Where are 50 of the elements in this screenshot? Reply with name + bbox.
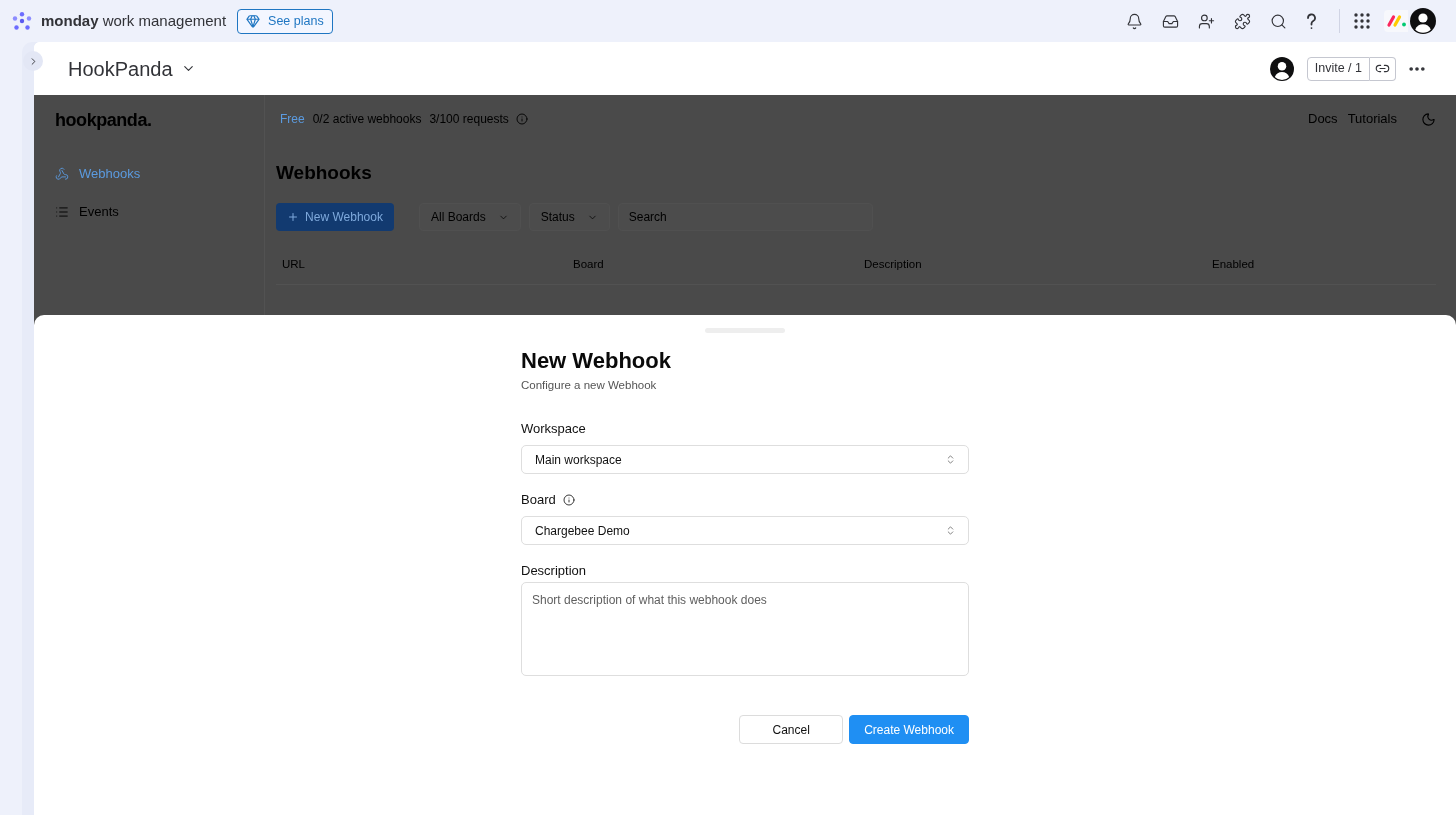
invite-people-icon[interactable] — [1198, 12, 1215, 30]
select-field[interactable]: Chargebee Demo — [521, 516, 969, 545]
brand-name: monday work management — [41, 10, 227, 31]
description-textarea[interactable]: Short description of what this webhook does — [521, 582, 969, 676]
dots-logo-icon — [12, 12, 32, 30]
create-button[interactable]: Create Webhook — [849, 715, 969, 744]
copy-link-button[interactable] — [1370, 56, 1396, 81]
board-title[interactable]: HookPanda — [68, 53, 196, 84]
inbox-icon[interactable] — [1162, 12, 1179, 30]
field-label: Workspace — [521, 420, 586, 439]
help-icon[interactable] — [1306, 12, 1317, 30]
cancel-button[interactable]: Cancel — [739, 715, 844, 744]
chevron-updown-icon — [945, 525, 956, 536]
chevron-updown-icon — [945, 454, 956, 465]
notifications-icon[interactable] — [1126, 12, 1143, 30]
list-icon — [55, 205, 69, 219]
search-icon[interactable] — [1270, 12, 1287, 30]
field-label: Board — [521, 491, 556, 510]
column-header: URL — [281, 256, 306, 272]
requests-count: 3/100 requests — [429, 111, 509, 128]
webhook-icon — [55, 167, 69, 181]
new-webhook-button[interactable]: New Webhook — [276, 203, 394, 231]
dialog-subtitle: Configure a new Webhook — [521, 378, 657, 393]
user-avatar-icon[interactable] — [1410, 8, 1436, 34]
plan-name: Free — [280, 111, 305, 128]
app-logo-icon[interactable] — [1386, 14, 1408, 28]
app-logo: hookpanda. — [55, 109, 152, 132]
column-header: Description — [863, 256, 923, 272]
nav-link[interactable]: Tutorials — [1347, 109, 1397, 129]
search-field[interactable]: Search — [617, 203, 873, 231]
dialog-title: New Webhook — [521, 347, 671, 375]
diamond-icon — [246, 14, 261, 28]
plus-icon — [287, 211, 300, 223]
page-title: Webhooks — [276, 161, 372, 185]
nav-link[interactable]: Docs — [1308, 109, 1338, 129]
select-field[interactable]: Main workspace — [521, 445, 969, 474]
see-plans-button[interactable]: See plans — [237, 8, 333, 34]
filter-dropdown[interactable]: All Boards — [419, 203, 521, 231]
filter-dropdown[interactable]: Status — [528, 203, 610, 231]
member-avatar-icon[interactable] — [1269, 56, 1294, 81]
sidebar-item[interactable]: Webhooks — [55, 162, 141, 186]
active-webhooks-count: 0/2 active webhooks — [312, 111, 422, 128]
invite-button[interactable]: Invite / 1 — [1306, 56, 1370, 81]
info-icon — [515, 113, 528, 125]
column-header: Board — [572, 256, 605, 272]
sidebar-item[interactable]: Events — [55, 200, 119, 224]
field-label: Description — [521, 562, 587, 581]
column-header: Enabled — [1211, 256, 1256, 272]
apps-grid-icon[interactable] — [1354, 13, 1370, 29]
puzzle-icon[interactable] — [1234, 12, 1251, 30]
